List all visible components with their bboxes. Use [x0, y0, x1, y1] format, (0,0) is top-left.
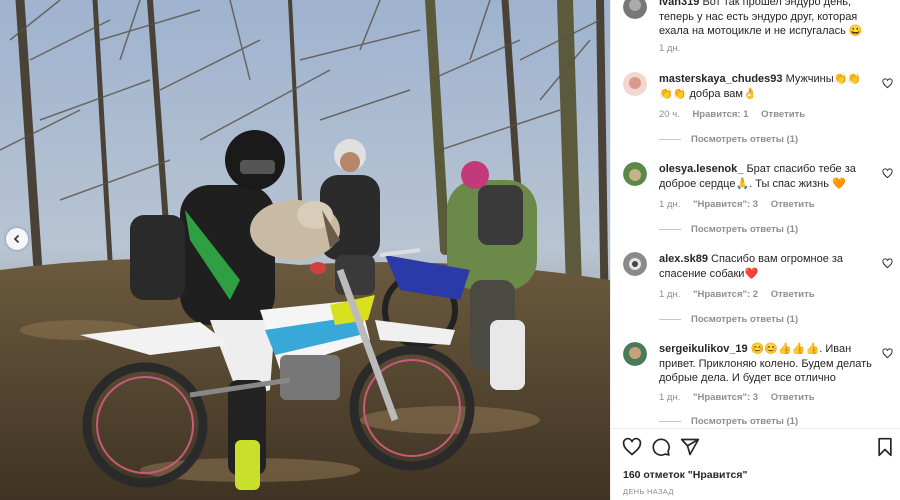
- comments-panel: ivan319 Вот так прошел эндуро день, тепе…: [610, 0, 900, 500]
- view-replies-button[interactable]: Посмотреть ответы (1): [659, 134, 798, 145]
- comment-username[interactable]: alex.sk89: [659, 253, 708, 265]
- avatar[interactable]: [623, 72, 647, 96]
- comment-meta: 20 ч. Нравится: 1 Ответить: [659, 109, 815, 120]
- comment-meta: 1 дн. "Нравится": 3 Ответить: [659, 199, 825, 210]
- photo-illustration: [0, 0, 610, 500]
- avatar[interactable]: [623, 342, 647, 366]
- reply-button[interactable]: Ответить: [761, 109, 805, 120]
- comment-username[interactable]: sergeikulikov_19: [659, 343, 748, 355]
- comment-item: masterskaya_chudes93 Мужчины👏👏👏👏 добра в…: [623, 72, 893, 152]
- comment-time: 1 дн.: [659, 43, 681, 54]
- comment-body: masterskaya_chudes93 Мужчины👏👏👏👏 добра в…: [659, 72, 873, 101]
- comment-body: ivan319 Вот так прошел эндуро день, тепе…: [659, 0, 873, 39]
- post-photo: [0, 0, 610, 500]
- heart-icon[interactable]: [882, 168, 893, 179]
- post-actions-bar: 160 отметок "Нравится" ДЕНЬ НАЗАД: [611, 428, 900, 500]
- comment-likes[interactable]: "Нравится": 2: [693, 289, 758, 300]
- view-replies-button[interactable]: Посмотреть ответы (1): [659, 224, 798, 235]
- heart-icon[interactable]: [882, 78, 893, 89]
- caption-comment: ivan319 Вот так прошел эндуро день, тепе…: [623, 0, 893, 55]
- reply-button[interactable]: Ответить: [771, 392, 815, 403]
- reply-button[interactable]: Ответить: [771, 289, 815, 300]
- comment-time: 1 дн.: [659, 392, 681, 403]
- avatar[interactable]: [623, 0, 647, 19]
- share-icon[interactable]: [680, 437, 700, 457]
- heart-icon[interactable]: [882, 348, 893, 359]
- comment-likes[interactable]: "Нравится": 3: [693, 392, 758, 403]
- comment-meta: 1 дн. "Нравится": 3 Ответить: [659, 392, 825, 403]
- post-date: ДЕНЬ НАЗАД: [623, 487, 674, 496]
- view-replies-button[interactable]: Посмотреть ответы (1): [659, 314, 798, 325]
- comment-item: sergeikulikov_19 😊😊👍👍👍. Иван привет. При…: [623, 342, 893, 428]
- chevron-left-icon: [13, 234, 20, 244]
- view-replies-button[interactable]: Посмотреть ответы (1): [659, 416, 798, 427]
- carousel-prev-button[interactable]: [6, 228, 28, 250]
- heart-icon[interactable]: [882, 258, 893, 269]
- comment-meta: 1 дн. "Нравится": 2 Ответить: [659, 289, 825, 300]
- heart-icon[interactable]: [622, 437, 642, 457]
- comment-body: alex.sk89 Спасибо вам огромное за спасен…: [659, 252, 873, 281]
- comment-likes[interactable]: "Нравится": 3: [693, 199, 758, 210]
- comment-item: olesya.lesenok_ Брат спасибо тебе за доб…: [623, 162, 893, 242]
- comments-list: ivan319 Вот так прошел эндуро день, тепе…: [611, 0, 900, 428]
- reply-button[interactable]: Ответить: [771, 199, 815, 210]
- avatar[interactable]: [623, 162, 647, 186]
- comment-username[interactable]: masterskaya_chudes93: [659, 73, 783, 85]
- bookmark-icon[interactable]: [875, 437, 895, 457]
- comment-username[interactable]: ivan319: [659, 0, 699, 8]
- comment-time: 1 дн.: [659, 199, 681, 210]
- comment-time: 1 дн.: [659, 289, 681, 300]
- comment-body: sergeikulikov_19 😊😊👍👍👍. Иван привет. При…: [659, 342, 873, 386]
- comment-time: 20 ч.: [659, 109, 680, 120]
- comment-icon[interactable]: [651, 437, 671, 457]
- comment-username[interactable]: olesya.lesenok_: [659, 163, 743, 175]
- comment-meta: 1 дн.: [659, 43, 690, 54]
- comment-likes[interactable]: Нравится: 1: [692, 109, 748, 120]
- likes-count[interactable]: 160 отметок "Нравится": [623, 469, 747, 481]
- avatar[interactable]: [623, 252, 647, 276]
- comment-item: alex.sk89 Спасибо вам огромное за спасен…: [623, 252, 893, 332]
- comment-body: olesya.lesenok_ Брат спасибо тебе за доб…: [659, 162, 873, 191]
